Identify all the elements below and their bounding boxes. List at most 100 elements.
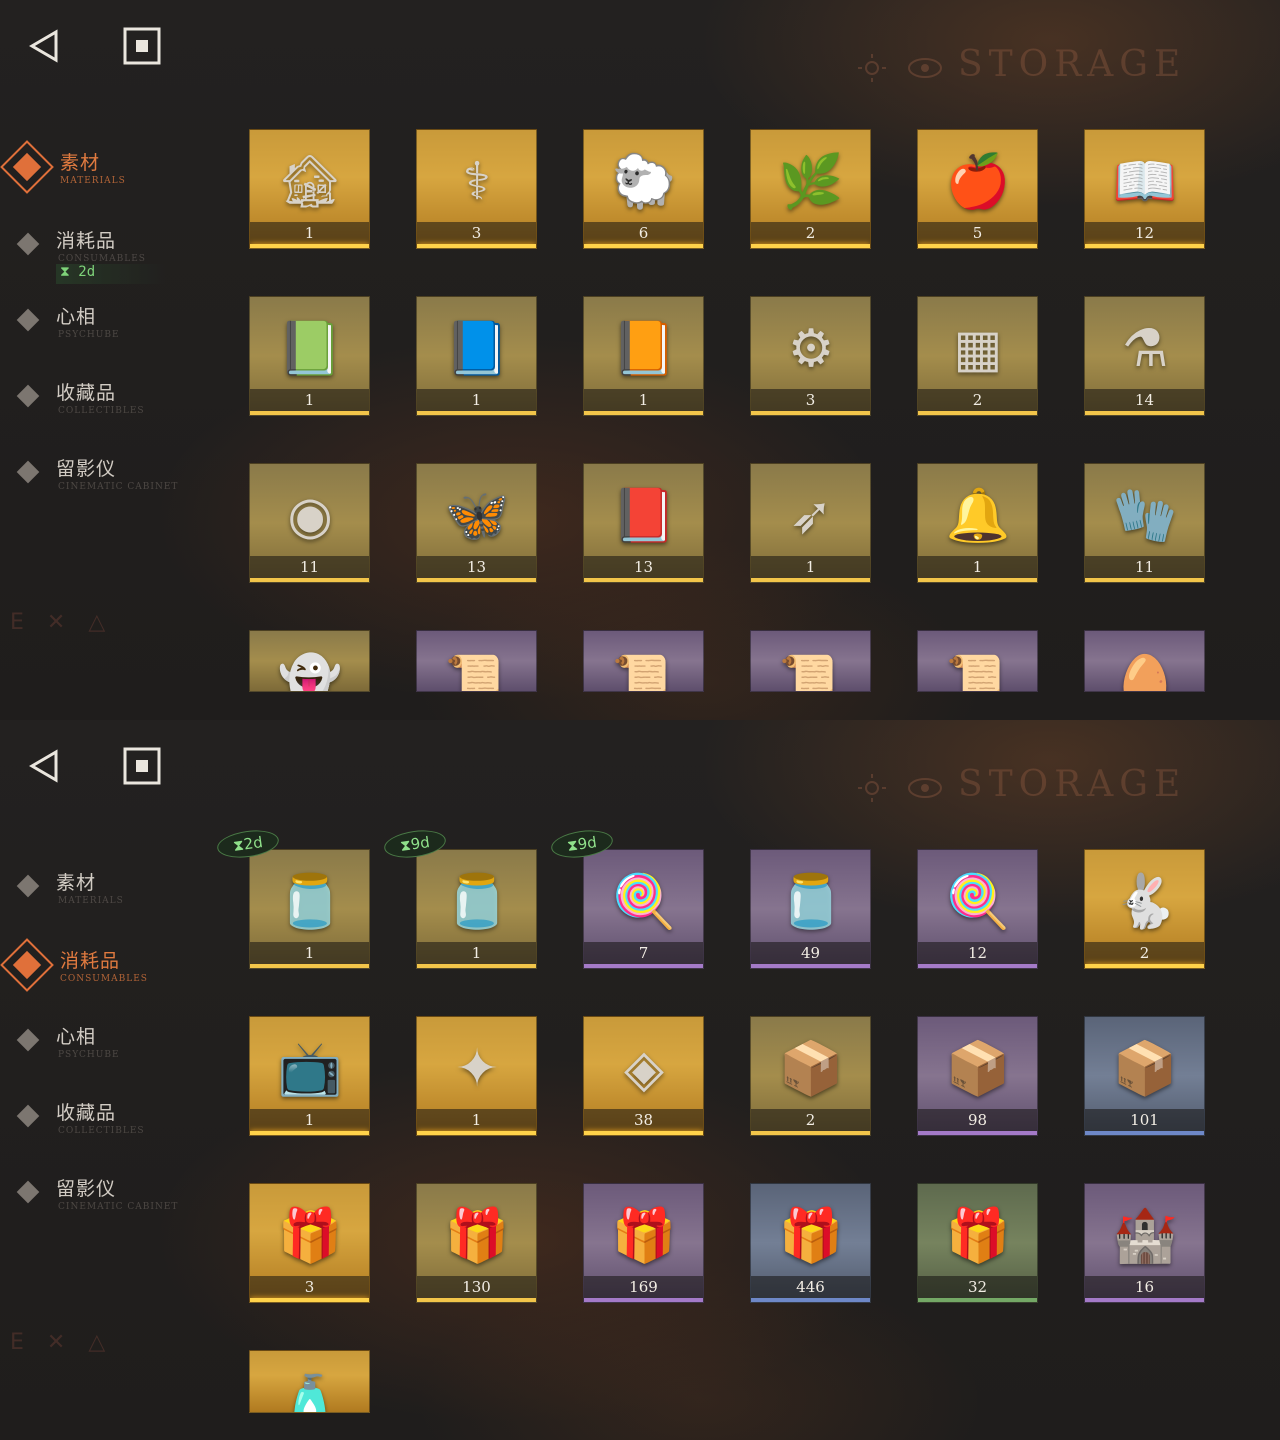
red-scroll-icon: 📜: [444, 653, 510, 692]
item-slot-hut[interactable]: 🏚 1: [249, 129, 370, 249]
item-count: 446: [796, 1278, 825, 1296]
firefly-icon: 🦋: [444, 486, 510, 546]
nav-item-psychube[interactable]: 心相 PSYCHUBE: [0, 1018, 220, 1078]
item-count: 6: [638, 224, 649, 242]
home-button[interactable]: [122, 746, 162, 786]
item-slot-blue-book[interactable]: 📘 1: [416, 296, 537, 416]
item-slot-parcel[interactable]: 🎁 32: [917, 1183, 1038, 1303]
storage-title: STORAGE: [958, 764, 1187, 805]
item-slot-blue-scroll[interactable]: 📜: [750, 630, 871, 692]
item-slot-crate[interactable]: 📦 101: [1084, 1016, 1205, 1136]
item-slot-apple-serpent[interactable]: 🍎 5: [917, 129, 1038, 249]
item-slot-bell-jar[interactable]: 🔔 1: [917, 463, 1038, 583]
nav-item-label: 收藏品: [56, 382, 117, 404]
sun-eye-deco-icon: [858, 54, 942, 82]
item-slot-parcel[interactable]: 🎁 446: [750, 1183, 871, 1303]
item-count: 1: [304, 391, 315, 409]
item-slot-green-book[interactable]: 📗 1: [249, 296, 370, 416]
item-count: 12: [967, 944, 988, 962]
rarity-strip: [751, 244, 870, 248]
item-slot-candy-jar[interactable]: 🫙 49: [750, 849, 871, 969]
item-slot-dark-tome[interactable]: 📕 13: [583, 463, 704, 583]
item-slot-bullets[interactable]: ➶ 1: [750, 463, 871, 583]
nav-item-consumables[interactable]: 消耗品 CONSUMABLES: [0, 938, 220, 1002]
diamond-icon: [16, 874, 40, 898]
item-slot-crate[interactable]: 📦 98: [917, 1016, 1038, 1136]
nav-item-collectibles[interactable]: 收藏品 COLLECTIBLES: [0, 1094, 220, 1154]
item-slot-parcel[interactable]: 🎁 169: [583, 1183, 704, 1303]
parcel-icon: 🎁: [277, 1206, 343, 1266]
nav-item-materials[interactable]: 素材 MATERIALS: [0, 864, 220, 924]
item-count: 1: [972, 558, 983, 576]
nav-item-materials[interactable]: 素材 MATERIALS: [0, 140, 220, 204]
item-slot-lollipops[interactable]: 🍭 7: [583, 849, 704, 969]
item-slot-rabbit-box[interactable]: 🐇 2: [1084, 849, 1205, 969]
item-count: 1: [471, 391, 482, 409]
item-slot-gold-book[interactable]: 📙 1: [583, 296, 704, 416]
item-slot-radio-tv[interactable]: 📺 1: [249, 1016, 370, 1136]
green-scroll-icon: 📜: [611, 653, 677, 692]
item-slot-parcel[interactable]: 🎁 3: [249, 1183, 370, 1303]
item-count: 1: [805, 558, 816, 576]
item-slot-brass-orb[interactable]: ◉ 11: [249, 463, 370, 583]
item-slot-golden-sheep[interactable]: 🐑 6: [583, 129, 704, 249]
item-slot-potion-bottle[interactable]: ⚗ 14: [1084, 296, 1205, 416]
nav-item-sublabel: CONSUMABLES: [60, 974, 148, 984]
expiry-value: 9d: [576, 833, 598, 854]
item-slot-ghost[interactable]: 👻: [249, 630, 370, 692]
crate-icon: 📦: [1112, 1039, 1178, 1099]
item-slot-lollipops[interactable]: 🍭 12: [917, 849, 1038, 969]
item-slot-caduceus[interactable]: ⚕ 3: [416, 129, 537, 249]
nav-item-psychube[interactable]: 心相 PSYCHUBE: [0, 298, 220, 358]
rarity-strip: [918, 578, 1037, 582]
diamond-icon: [16, 232, 40, 256]
side-deco-glyphs: E ✕ △: [10, 1330, 114, 1355]
item-slot-green-tablet[interactable]: ▦ 2: [917, 296, 1038, 416]
nav-item-sublabel: CONSUMABLES: [58, 254, 146, 264]
rarity-strip: [1085, 964, 1204, 968]
rarity-strip: [1085, 244, 1204, 248]
item-slot-candy-jar[interactable]: 🫙 1: [416, 849, 537, 969]
active-diamond-icon: [0, 140, 54, 194]
crystal-feather-icon: ✦: [455, 1039, 499, 1099]
nav-item-sublabel: CINEMATIC CABINET: [58, 482, 179, 492]
item-slot-red-scroll[interactable]: 📜: [416, 630, 537, 692]
nav-item-sublabel: MATERIALS: [58, 896, 124, 906]
nav-item-sublabel: COLLECTIBLES: [58, 1126, 145, 1136]
item-slot-clockwork[interactable]: ⚙ 3: [750, 296, 871, 416]
rarity-strip: [417, 1298, 536, 1302]
item-slot-red-book[interactable]: 📖 12: [1084, 129, 1205, 249]
nav-item-cinematic-cabinet[interactable]: 留影仪 CINEMATIC CABINET: [0, 1170, 220, 1230]
item-slot-glove-box[interactable]: 🧤 11: [1084, 463, 1205, 583]
back-button[interactable]: [24, 26, 64, 66]
item-slot-candy-jar[interactable]: 🫙 1: [249, 849, 370, 969]
back-button[interactable]: [24, 746, 64, 786]
item-slot-parcel[interactable]: 🎁 130: [416, 1183, 537, 1303]
nav-item-label: 素材: [60, 152, 101, 174]
lollipops-icon: 🍭: [611, 872, 677, 932]
nav-item-label: 消耗品: [60, 950, 121, 972]
item-slot-gold-scroll[interactable]: 📜: [917, 630, 1038, 692]
rarity-strip: [584, 1131, 703, 1135]
rarity-strip: [1085, 1131, 1204, 1135]
nav-item-sublabel: PSYCHUBE: [58, 1050, 120, 1060]
item-slot-laurel-wreath[interactable]: 🌿 2: [750, 129, 871, 249]
item-count: 101: [1130, 1111, 1159, 1129]
item-slot-crate[interactable]: 📦 2: [750, 1016, 871, 1136]
item-slot-crystal-feather[interactable]: ✦ 1: [416, 1016, 537, 1136]
rarity-strip: [584, 578, 703, 582]
candy-jar-icon: 🫙: [277, 872, 343, 932]
home-button[interactable]: [122, 26, 162, 66]
nav-item-cinematic-cabinet[interactable]: 留影仪 CINEMATIC CABINET: [0, 450, 220, 510]
nav-item-sublabel: MATERIALS: [60, 176, 126, 186]
rarity-strip: [250, 411, 369, 415]
item-slot-castle[interactable]: 🏰 16: [1084, 1183, 1205, 1303]
item-slot-green-scroll[interactable]: 📜: [583, 630, 704, 692]
item-slot-rune-chest[interactable]: ◈ 38: [583, 1016, 704, 1136]
nav-item-sublabel: PSYCHUBE: [58, 330, 120, 340]
item-slot-jeweled-egg[interactable]: 🥚: [1084, 630, 1205, 692]
consumables-panel: STORAGE E ✕ △ 素材 MATERIALS 消耗品 CONSUMABLES 心…: [0, 720, 1280, 1440]
nav-item-collectibles[interactable]: 收藏品 COLLECTIBLES: [0, 374, 220, 434]
item-slot-medicine-bottle[interactable]: 🧴: [249, 1350, 370, 1413]
item-slot-firefly[interactable]: 🦋 13: [416, 463, 537, 583]
